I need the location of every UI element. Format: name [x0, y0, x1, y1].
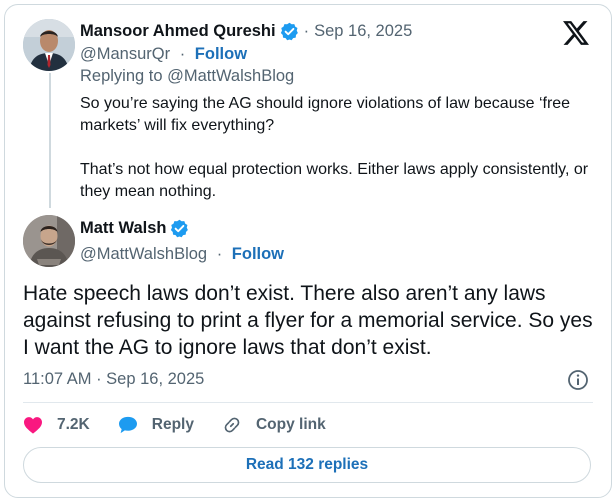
replying-to-label[interactable]: Replying to @MattWalshBlog — [80, 67, 294, 86]
copy-link-button[interactable]: Copy link — [222, 415, 326, 435]
speech-bubble-icon — [118, 416, 137, 434]
reply-label: Reply — [151, 416, 194, 433]
author-handle[interactable]: @MattWalshBlog — [80, 245, 207, 263]
action-bar: 7.2K Reply Copy link — [23, 413, 354, 437]
author-name[interactable]: Matt Walsh — [80, 219, 166, 238]
read-replies-button[interactable]: Read 132 replies — [23, 447, 591, 483]
verified-badge-icon — [171, 219, 189, 238]
thread-connector-line — [49, 73, 51, 208]
reply-button[interactable]: Reply — [118, 416, 194, 434]
main-tweet-text: Hate speech laws don’t exist. There also… — [23, 282, 593, 359]
main-handle-row: @MattWalshBlog · Follow — [80, 245, 284, 264]
verified-badge-icon — [280, 22, 298, 41]
divider — [23, 402, 593, 403]
embedded-post-card: Mansoor Ahmed Qureshi · Sep 16, 2025 @Ma… — [4, 4, 612, 498]
author-name[interactable]: Mansoor Ahmed Qureshi — [80, 22, 276, 41]
separator-dot: · — [179, 45, 186, 63]
like-count: 7.2K — [57, 416, 90, 433]
x-logo-icon[interactable] — [563, 21, 589, 45]
avatar[interactable] — [23, 215, 75, 267]
info-icon[interactable] — [567, 369, 589, 391]
link-icon — [224, 417, 240, 433]
main-author-row: Matt Walsh — [80, 219, 189, 238]
tweet-paragraph: That’s not how equal protection works. E… — [80, 161, 589, 200]
follow-button[interactable]: Follow — [195, 45, 247, 63]
copy-link-label: Copy link — [255, 416, 326, 433]
avatar[interactable] — [23, 19, 75, 71]
tweet-paragraph: So you’re saying the AG should ignore vi… — [80, 95, 571, 134]
heart-icon — [24, 417, 42, 434]
post-timestamp[interactable]: 11:07 AM · Sep 16, 2025 — [23, 370, 204, 389]
parent-tweet-text: So you’re saying the AG should ignore vi… — [80, 93, 600, 225]
post-date[interactable]: Sep 16, 2025 — [314, 22, 412, 41]
parent-author-row: Mansoor Ahmed Qureshi · Sep 16, 2025 — [80, 22, 412, 41]
author-handle[interactable]: @MansurQr — [80, 45, 170, 63]
separator-dot: · — [216, 245, 223, 263]
like-button[interactable]: 7.2K — [23, 416, 90, 434]
parent-handle-row: @MansurQr · Follow — [80, 45, 247, 64]
follow-button[interactable]: Follow — [232, 245, 284, 263]
separator-dot: · — [303, 22, 310, 40]
